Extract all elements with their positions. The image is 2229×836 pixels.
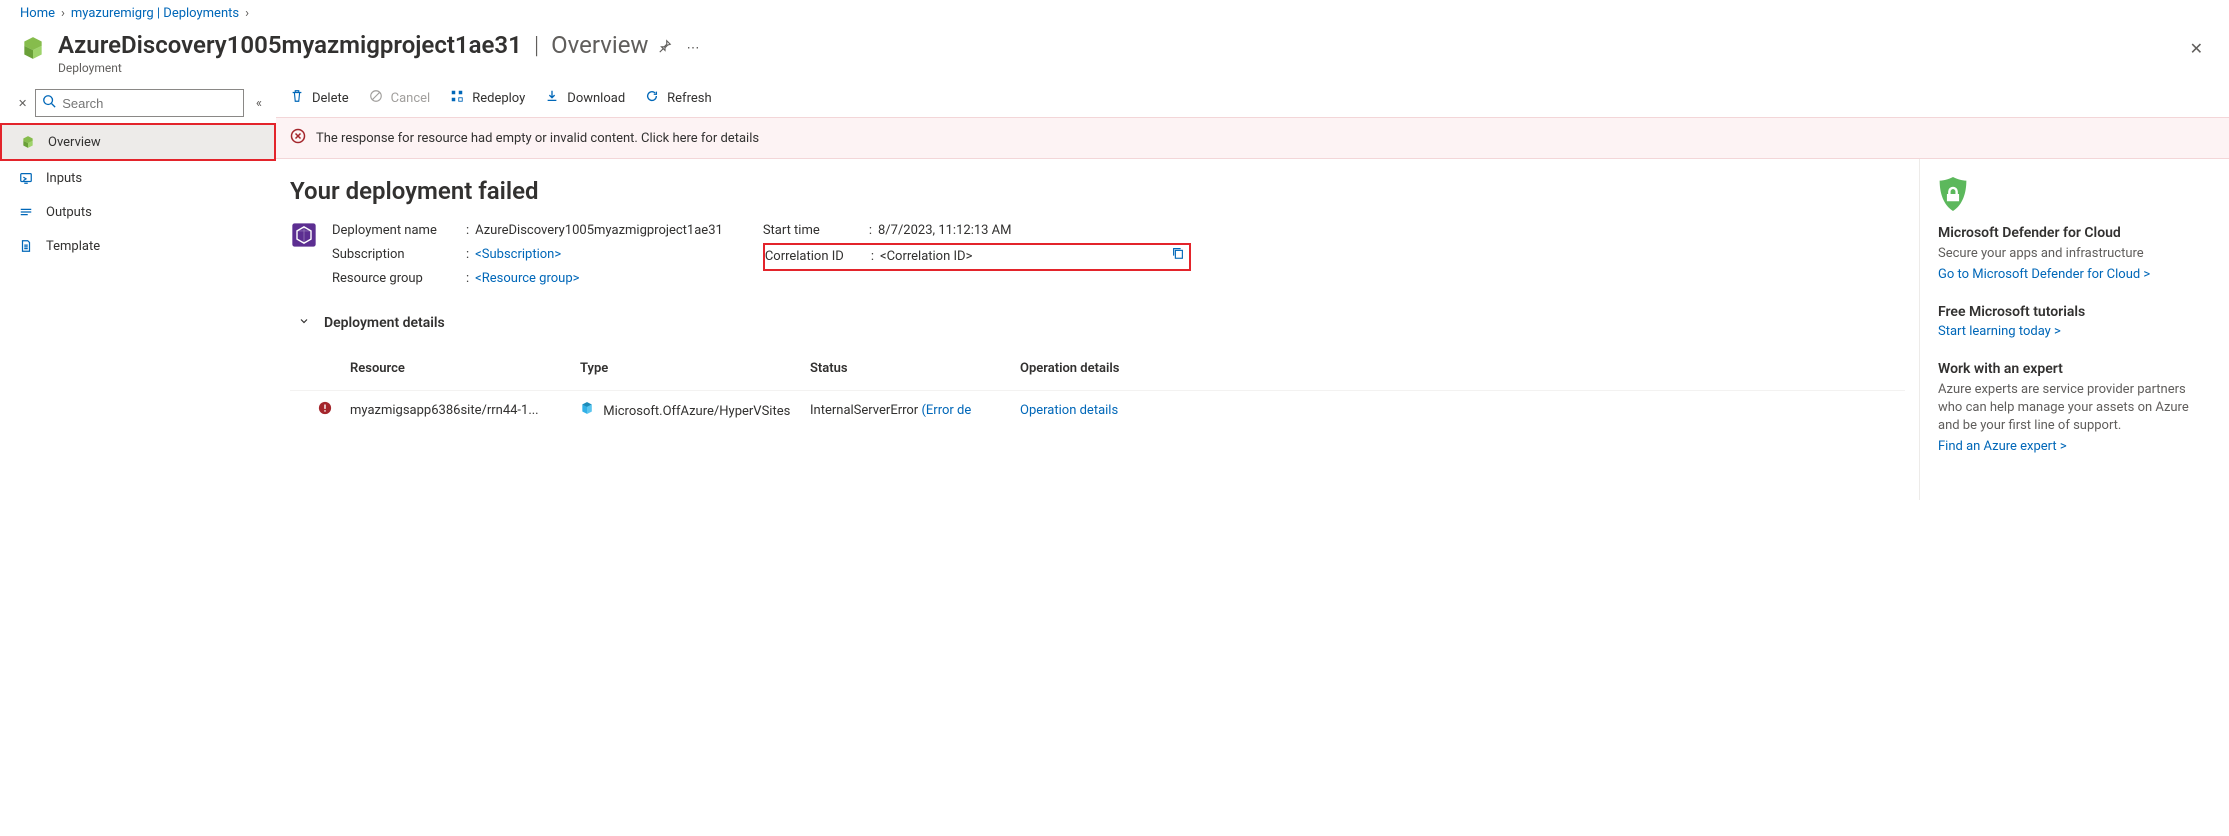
operation-details-link[interactable]: Operation details — [1020, 403, 1118, 418]
kv-subscription: Subscription: <Subscription> — [332, 243, 723, 267]
cancel-icon — [369, 89, 383, 107]
sidebar-item-label: Template — [46, 239, 100, 254]
chevron-right-icon: › — [245, 6, 249, 21]
refresh-icon — [645, 89, 659, 107]
deployment-fail-title: Your deployment failed — [290, 177, 1905, 205]
sidebar-item-label: Inputs — [46, 171, 82, 186]
kv-correlation-id: Correlation ID: <Correlation ID> — [765, 245, 1185, 269]
kv-start-time: Start time: 8/7/2023, 11:12:13 AM — [763, 219, 1191, 243]
redeploy-button[interactable]: Redeploy — [450, 89, 525, 107]
template-icon — [18, 239, 34, 253]
cubes-icon — [20, 135, 36, 149]
refresh-button[interactable]: Refresh — [645, 89, 711, 107]
kv-deployment-name: Deployment name: AzureDiscovery1005myazm… — [332, 219, 723, 243]
error-details-link[interactable]: (Error de — [921, 403, 971, 418]
trash-icon — [290, 89, 304, 107]
deployment-icon — [290, 221, 318, 253]
tutorials-title: Free Microsoft tutorials — [1938, 304, 2205, 320]
col-type: Type — [580, 361, 810, 376]
page-subtitle: Deployment — [58, 61, 2209, 75]
search-icon — [42, 94, 56, 112]
outputs-icon — [18, 205, 34, 219]
page-section: Overview — [551, 31, 648, 59]
subscription-link[interactable]: <Subscription> — [475, 247, 561, 262]
sidebar-item-label: Overview — [48, 135, 101, 150]
table-row[interactable]: myazmigsapp6386site/rrn44-1... Microsoft… — [290, 390, 1905, 429]
resource-group-link[interactable]: <Resource group> — [475, 271, 579, 286]
download-button[interactable]: Download — [545, 89, 625, 107]
pin-icon[interactable] — [658, 39, 672, 57]
error-banner[interactable]: The response for resource had empty or i… — [276, 117, 2229, 159]
sidebar-item-overview[interactable]: Overview — [2, 125, 274, 159]
breadcrumb: Home › myazuremigrg | Deployments › — [0, 0, 2229, 27]
page-title: AzureDiscovery1005myazmigproject1ae31 — [58, 31, 522, 59]
download-icon — [545, 89, 559, 107]
kv-resource-group: Resource group: <Resource group> — [332, 267, 723, 291]
sidebar-item-inputs[interactable]: Inputs — [0, 161, 276, 195]
close-search-icon[interactable]: ✕ — [18, 97, 27, 110]
cell-status: InternalServerError (Error de — [810, 403, 1020, 418]
inputs-icon — [18, 171, 34, 185]
cell-resource: myazmigsapp6386site/rrn44-1... — [350, 403, 580, 418]
delete-button[interactable]: Delete — [290, 89, 349, 107]
sidebar-item-template[interactable]: Template — [0, 229, 276, 263]
cube-icon — [580, 404, 597, 419]
error-dot-icon — [318, 401, 350, 419]
expert-desc: Azure experts are service provider partn… — [1938, 381, 2205, 435]
shield-icon — [1938, 177, 2205, 215]
resource-icon — [20, 35, 46, 65]
sidebar: ✕ « Overview Inputs — [0, 83, 276, 500]
defender-desc: Secure your apps and infrastructure — [1938, 245, 2205, 263]
breadcrumb-home[interactable]: Home — [20, 6, 55, 21]
defender-link[interactable]: Go to Microsoft Defender for Cloud > — [1938, 267, 2150, 282]
deployment-details-toggle[interactable]: Deployment details — [290, 315, 1905, 331]
chevron-right-icon: › — [61, 6, 65, 21]
defender-title: Microsoft Defender for Cloud — [1938, 225, 2205, 241]
chevron-down-icon — [298, 315, 310, 331]
search-input[interactable] — [62, 96, 237, 111]
close-icon[interactable]: ✕ — [2184, 33, 2209, 64]
right-panel: Microsoft Defender for Cloud Secure your… — [1919, 159, 2229, 500]
breadcrumb-rg[interactable]: myazuremigrg | Deployments — [71, 6, 239, 21]
col-status: Status — [810, 361, 1020, 376]
search-input-wrapper[interactable] — [35, 89, 244, 117]
expert-title: Work with an expert — [1938, 361, 2205, 377]
redeploy-icon — [450, 89, 464, 107]
expert-link[interactable]: Find an Azure expert > — [1938, 439, 2067, 454]
sidebar-item-outputs[interactable]: Outputs — [0, 195, 276, 229]
copy-icon[interactable] — [1171, 245, 1185, 269]
more-icon[interactable]: ⋯ — [686, 41, 701, 56]
col-resource: Resource — [350, 361, 580, 376]
error-banner-text: The response for resource had empty or i… — [316, 131, 759, 146]
sidebar-item-label: Outputs — [46, 205, 92, 220]
tutorials-link[interactable]: Start learning today > — [1938, 324, 2061, 339]
error-circle-icon — [290, 128, 306, 148]
deployment-details-table: Resource Type Status Operation details m… — [290, 341, 1905, 429]
cell-type: Microsoft.OffAzure/HyperVSites — [580, 401, 810, 419]
collapse-sidebar-icon[interactable]: « — [252, 92, 266, 115]
col-operation-details: Operation details — [1020, 361, 1897, 376]
page-header: AzureDiscovery1005myazmigproject1ae31 | … — [0, 27, 2229, 83]
toolbar: Delete Cancel Redeploy Download — [276, 83, 2229, 117]
cancel-button: Cancel — [369, 89, 431, 107]
